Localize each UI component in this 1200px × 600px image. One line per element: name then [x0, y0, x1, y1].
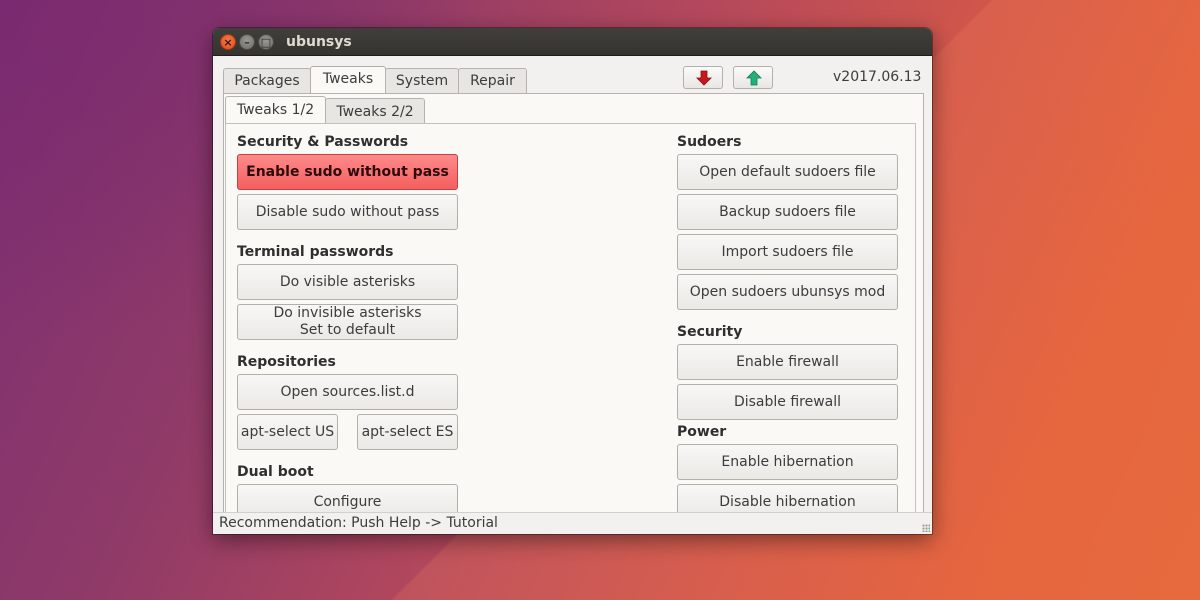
- status-bar: Recommendation: Push Help -> Tutorial: [213, 512, 932, 534]
- enable-hibernation-button[interactable]: Enable hibernation: [677, 444, 898, 480]
- download-button[interactable]: [683, 66, 723, 89]
- subtab-tweaks-1[interactable]: Tweaks 1/2: [225, 96, 326, 125]
- tab-tweaks[interactable]: Tweaks: [310, 66, 386, 94]
- backup-sudoers-button[interactable]: Backup sudoers file: [677, 194, 898, 230]
- apt-select-es-button[interactable]: apt-select ES: [357, 414, 458, 450]
- arrow-up-icon: [746, 70, 762, 86]
- arrow-down-icon: [696, 70, 712, 86]
- minimize-icon[interactable]: –: [239, 34, 255, 50]
- disable-firewall-button[interactable]: Disable firewall: [677, 384, 898, 420]
- app-window: × – □ ubunsys Packages Tweaks System Rep…: [213, 28, 932, 534]
- terminal-passwords-heading: Terminal passwords: [237, 244, 394, 260]
- open-sudoers-mod-button[interactable]: Open sudoers ubunsys mod: [677, 274, 898, 310]
- visible-asterisks-button[interactable]: Do visible asterisks: [237, 264, 458, 300]
- version-label: v2017.06.13: [833, 69, 922, 85]
- tab-repair[interactable]: Repair: [458, 68, 527, 94]
- enable-sudo-without-pass-button[interactable]: Enable sudo without pass: [237, 154, 458, 190]
- close-icon[interactable]: ×: [220, 34, 236, 50]
- open-sources-list-button[interactable]: Open sources.list.d: [237, 374, 458, 410]
- disable-sudo-without-pass-button[interactable]: Disable sudo without pass: [237, 194, 458, 230]
- window-title: ubunsys: [286, 34, 352, 50]
- apt-select-us-button[interactable]: apt-select US: [237, 414, 338, 450]
- security-heading: Security: [677, 324, 743, 340]
- power-heading: Power: [677, 424, 727, 440]
- resize-grip-icon[interactable]: [922, 524, 930, 532]
- enable-firewall-button[interactable]: Enable firewall: [677, 344, 898, 380]
- open-default-sudoers-button[interactable]: Open default sudoers file: [677, 154, 898, 190]
- import-sudoers-button[interactable]: Import sudoers file: [677, 234, 898, 270]
- subtab-tweaks-2[interactable]: Tweaks 2/2: [325, 98, 425, 124]
- titlebar: × – □ ubunsys: [213, 28, 932, 56]
- tab-packages[interactable]: Packages: [223, 68, 311, 94]
- invisible-asterisks-line2: Set to default: [299, 322, 396, 338]
- status-text: Recommendation: Push Help -> Tutorial: [219, 515, 498, 531]
- invisible-asterisks-line1: Do invisible asterisks: [273, 305, 422, 321]
- repositories-heading: Repositories: [237, 354, 336, 370]
- tab-system[interactable]: System: [385, 68, 459, 94]
- invisible-asterisks-button[interactable]: Do invisible asterisks Set to default: [237, 304, 458, 340]
- security-passwords-heading: Security & Passwords: [237, 134, 409, 150]
- sudoers-heading: Sudoers: [677, 134, 742, 150]
- dual-boot-heading: Dual boot: [237, 464, 314, 480]
- upload-button[interactable]: [733, 66, 773, 89]
- maximize-icon[interactable]: □: [258, 34, 274, 50]
